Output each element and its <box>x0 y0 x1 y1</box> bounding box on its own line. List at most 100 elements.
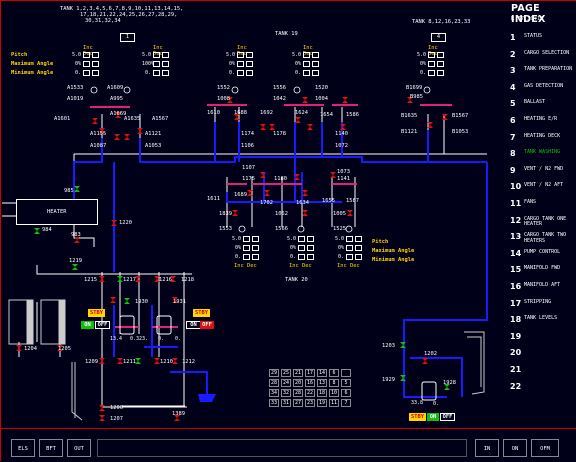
inc-dec-control-2[interactable]: Inc Dec 5.0 100% 0. <box>142 45 175 81</box>
inc-button[interactable] <box>428 61 435 67</box>
dec-button[interactable] <box>162 52 169 58</box>
page-index-item[interactable]: 16 MANIFOLD AFT <box>510 280 576 296</box>
tank-grid-cell[interactable]: 16 <box>305 379 315 387</box>
inc-button[interactable] <box>303 52 310 58</box>
dec-button[interactable] <box>355 245 362 251</box>
dec-button[interactable] <box>312 52 319 58</box>
inc-button[interactable] <box>428 52 435 58</box>
tank-grid-cell[interactable]: 11 <box>329 399 339 407</box>
on-button-2[interactable]: ON <box>186 321 201 329</box>
inc-button[interactable] <box>346 254 353 260</box>
inc-button[interactable] <box>243 254 250 260</box>
fk-in-button[interactable]: IN <box>475 439 499 457</box>
off-button[interactable]: OFF <box>95 321 110 329</box>
tank-grid-cell[interactable]: 27 <box>293 399 303 407</box>
inc-button[interactable] <box>243 236 250 242</box>
dec-button[interactable] <box>307 254 314 260</box>
dec-button[interactable] <box>252 254 259 260</box>
tank-grid-cell[interactable]: 28 <box>293 389 303 397</box>
inc-dec-control-3[interactable]: Inc Dec 5.0 0% 0. <box>226 45 259 81</box>
inc-dec-control-1[interactable]: Inc Dec 5.0 0% 0. <box>72 45 105 81</box>
page-index-item[interactable]: 1 STATUS <box>510 31 576 47</box>
dec-button[interactable] <box>162 70 169 76</box>
inc-button[interactable] <box>153 61 160 67</box>
tank-grid-cell[interactable]: 33 <box>269 399 279 407</box>
tank-box-a[interactable]: 1 <box>120 33 135 42</box>
inc-dec-control-5[interactable]: Inc Dec 5.0 0% 0. <box>417 45 450 81</box>
page-index-item[interactable]: 14 PUMP CONTROL <box>510 247 576 263</box>
inc-button[interactable] <box>153 70 160 76</box>
tank-grid-cell[interactable]: 21 <box>293 369 303 377</box>
inc-button[interactable] <box>298 245 305 251</box>
inc-button[interactable] <box>346 236 353 242</box>
inc-button[interactable] <box>346 245 353 251</box>
inc-button[interactable] <box>428 70 435 76</box>
page-index-item[interactable]: 11 FANS <box>510 197 576 213</box>
inc-dec-control-8[interactable]: 5.0 0% 0. Inc Dec <box>335 236 368 272</box>
tank-grid-cell[interactable]: 8 <box>329 379 339 387</box>
page-index-item[interactable]: 6 HEATING E/R <box>510 114 576 130</box>
page-index-item[interactable]: 20 <box>510 346 576 362</box>
dec-button[interactable] <box>437 52 444 58</box>
fk-els-button[interactable]: ELS <box>11 439 35 457</box>
dec-button[interactable] <box>92 61 99 67</box>
page-index-item[interactable]: 4 GAS DETECTION <box>510 81 576 97</box>
dec-button[interactable] <box>355 236 362 242</box>
inc-button[interactable] <box>237 70 244 76</box>
dec-button[interactable] <box>312 61 319 67</box>
fk-bft-button[interactable]: BFT <box>39 439 63 457</box>
off-button-3[interactable]: OFF <box>440 413 455 421</box>
page-index-item[interactable]: 22 <box>510 380 576 396</box>
inc-button[interactable] <box>83 52 90 58</box>
tank-grid-cell[interactable]: 34 <box>269 389 279 397</box>
dec-button[interactable] <box>437 61 444 67</box>
dec-button[interactable] <box>307 236 314 242</box>
tank-grid-cell[interactable]: 17 <box>305 369 315 377</box>
page-index-item[interactable]: 2 CARGO SELECTION <box>510 48 576 64</box>
page-index-item[interactable]: 9 VENT / N2 FWD <box>510 164 576 180</box>
inc-button[interactable] <box>83 61 90 67</box>
inc-button[interactable] <box>298 254 305 260</box>
dec-button[interactable] <box>246 52 253 58</box>
page-index-item[interactable]: 7 HEATING DECK <box>510 131 576 147</box>
tank-grid-cell[interactable]: 5 <box>341 379 351 387</box>
dec-button[interactable] <box>355 254 362 260</box>
tank-grid-cell[interactable]: 7 <box>341 399 351 407</box>
inc-dec-control-6[interactable]: 5.0 0% 0. Inc Dec <box>232 236 265 272</box>
on-button-3[interactable]: ON <box>427 413 439 421</box>
dec-button[interactable] <box>246 70 253 76</box>
tank-grid-cell[interactable]: 31 <box>281 399 291 407</box>
tank-grid-cell[interactable]: 13 <box>317 379 327 387</box>
inc-dec-control-4[interactable]: Inc Dec 5.0 0% 0. <box>292 45 325 81</box>
inc-button[interactable] <box>153 52 160 58</box>
page-index-item[interactable]: 21 <box>510 363 576 379</box>
dec-button[interactable] <box>252 236 259 242</box>
on-button[interactable]: ON <box>81 321 94 329</box>
inc-dec-control-7[interactable]: 5.0 0% 0. Inc Dec <box>287 236 320 272</box>
inc-button[interactable] <box>303 61 310 67</box>
inc-button[interactable] <box>237 52 244 58</box>
tank-grid-cell[interactable]: 6 <box>329 369 339 377</box>
tank-grid-cell[interactable]: 6 <box>341 389 351 397</box>
dec-button[interactable] <box>312 70 319 76</box>
inc-button[interactable] <box>237 61 244 67</box>
tank-grid-cell[interactable]: 18 <box>317 389 327 397</box>
tank-grid-cell[interactable]: 22 <box>305 389 315 397</box>
dec-button[interactable] <box>92 52 99 58</box>
inc-button[interactable] <box>83 70 90 76</box>
stby-button[interactable]: STBY <box>88 309 105 317</box>
page-index-item[interactable]: 12 CARGO TANK ONE HEATER <box>510 214 576 230</box>
inc-button[interactable] <box>298 236 305 242</box>
dec-button[interactable] <box>162 61 169 67</box>
page-index-item[interactable]: 5 BALLAST <box>510 97 576 113</box>
inc-button[interactable] <box>243 245 250 251</box>
page-index-item[interactable]: 15 MANIFOLD FWD <box>510 263 576 279</box>
tank-box-b[interactable]: 4 <box>431 33 446 42</box>
tank-grid-cell[interactable]: 24 <box>281 379 291 387</box>
stby-button-3[interactable]: STBY <box>409 413 426 421</box>
off-button-2[interactable]: OFF <box>200 321 214 329</box>
tank-grid-cell[interactable]: 19 <box>317 399 327 407</box>
page-index-item[interactable]: 19 <box>510 330 576 346</box>
tank-grid-cell[interactable]: 20 <box>293 379 303 387</box>
dec-button[interactable] <box>246 61 253 67</box>
